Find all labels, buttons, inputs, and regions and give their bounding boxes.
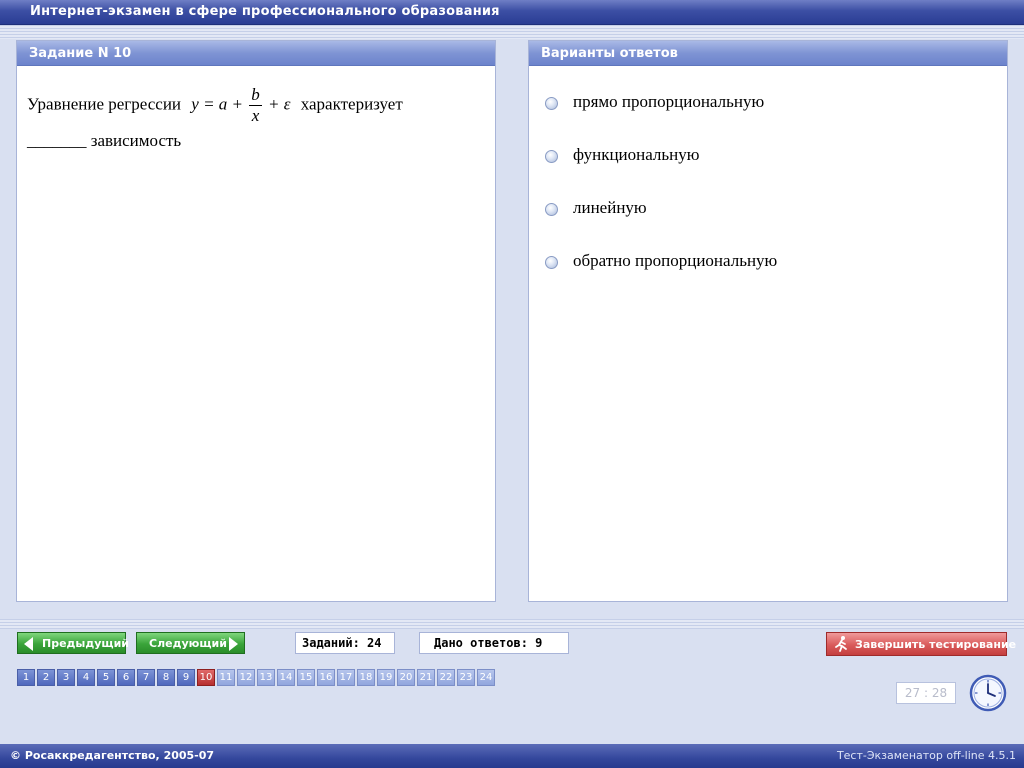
radio-button[interactable]	[545, 150, 558, 163]
question-number-16[interactable]: 16	[317, 669, 335, 686]
copyright-text: © Росаккредагентство, 2005-07	[10, 749, 215, 762]
arrow-right-icon	[229, 637, 238, 651]
question-number-4[interactable]: 4	[77, 669, 95, 686]
question-number-1[interactable]: 1	[17, 669, 35, 686]
radio-button[interactable]	[545, 203, 558, 216]
question-after-formula: характеризует	[300, 94, 403, 114]
question-line2: _______ зависимость	[27, 131, 182, 150]
question-number-8[interactable]: 8	[157, 669, 175, 686]
previous-button[interactable]: Предыдущий	[17, 632, 130, 654]
answers-title: Варианты ответов	[541, 46, 678, 61]
answer-label[interactable]: линейную	[573, 198, 647, 218]
toolbar-stripes	[0, 619, 1024, 629]
radio-button[interactable]	[545, 256, 558, 269]
formula-denominator: x	[251, 106, 260, 125]
tasks-count-text: Заданий: 24	[302, 636, 382, 650]
formula-fraction: b x	[249, 85, 262, 126]
regression-formula: y = a + b x + ε	[191, 85, 290, 126]
question-number-10[interactable]: 10	[197, 669, 215, 686]
tasks-count: Заданий: 24	[295, 632, 395, 654]
task-panel: Задание N 10 Уравнение регрессии y = a +…	[16, 40, 496, 602]
arrow-left-icon	[24, 637, 33, 651]
formula-rhs: + ε	[268, 94, 291, 114]
question-number-12[interactable]: 12	[237, 669, 255, 686]
previous-label: Предыдущий	[42, 637, 130, 650]
next-button[interactable]: Следующий	[136, 632, 245, 654]
finish-label: Завершить тестирование	[855, 638, 1017, 651]
clock-icon	[969, 674, 1007, 712]
question-number-3[interactable]: 3	[57, 669, 75, 686]
question-number-17[interactable]: 17	[337, 669, 355, 686]
radio-button[interactable]	[545, 97, 558, 110]
question-number-6[interactable]: 6	[117, 669, 135, 686]
header-stripes	[0, 25, 1024, 39]
question-number-9[interactable]: 9	[177, 669, 195, 686]
question-number-23[interactable]: 23	[457, 669, 475, 686]
running-man-icon	[835, 636, 847, 652]
task-panel-header: Задание N 10	[17, 41, 495, 66]
task-title: Задание N 10	[29, 46, 132, 61]
next-label: Следующий	[149, 637, 227, 650]
question-number-15[interactable]: 15	[297, 669, 315, 686]
formula-lhs: y = a +	[191, 94, 244, 114]
question-text: Уравнение регрессии y = a + b x + ε хара…	[27, 85, 467, 156]
question-number-2[interactable]: 2	[37, 669, 55, 686]
question-number-22[interactable]: 22	[437, 669, 455, 686]
version-text: Тест-Экзаменатор off-line 4.5.1	[836, 749, 1016, 762]
timer-display: 27 : 28	[896, 682, 956, 704]
question-number-19[interactable]: 19	[377, 669, 395, 686]
finish-test-button[interactable]: Завершить тестирование	[826, 632, 1016, 656]
question-number-13[interactable]: 13	[257, 669, 275, 686]
footer-bar: © Росаккредагентство, 2005-07 Тест-Экзам…	[0, 744, 1024, 768]
question-number-20[interactable]: 20	[397, 669, 415, 686]
answered-count: Дано ответов: 9	[419, 632, 569, 654]
answer-label[interactable]: функциональную	[573, 145, 699, 165]
question-number-7[interactable]: 7	[137, 669, 155, 686]
question-before-formula: Уравнение регрессии	[27, 94, 182, 114]
question-number-5[interactable]: 5	[97, 669, 115, 686]
answers-panel: Варианты ответов прямо пропорциональную …	[528, 40, 1008, 602]
question-number-21[interactable]: 21	[417, 669, 435, 686]
question-number-24[interactable]: 24	[477, 669, 495, 686]
question-number-14[interactable]: 14	[277, 669, 295, 686]
formula-numerator: b	[249, 85, 262, 106]
answer-label[interactable]: обратно пропорциональную	[573, 251, 777, 271]
title-bar: Интернет-экзамен в сфере профессионально…	[0, 0, 1024, 25]
window-title: Интернет-экзамен в сфере профессионально…	[30, 4, 500, 19]
question-number-18[interactable]: 18	[357, 669, 375, 686]
answered-count-text: Дано ответов: 9	[434, 636, 543, 650]
answers-panel-header: Варианты ответов	[529, 41, 1007, 66]
answer-label[interactable]: прямо пропорциональную	[573, 92, 764, 112]
question-number-11[interactable]: 11	[217, 669, 235, 686]
